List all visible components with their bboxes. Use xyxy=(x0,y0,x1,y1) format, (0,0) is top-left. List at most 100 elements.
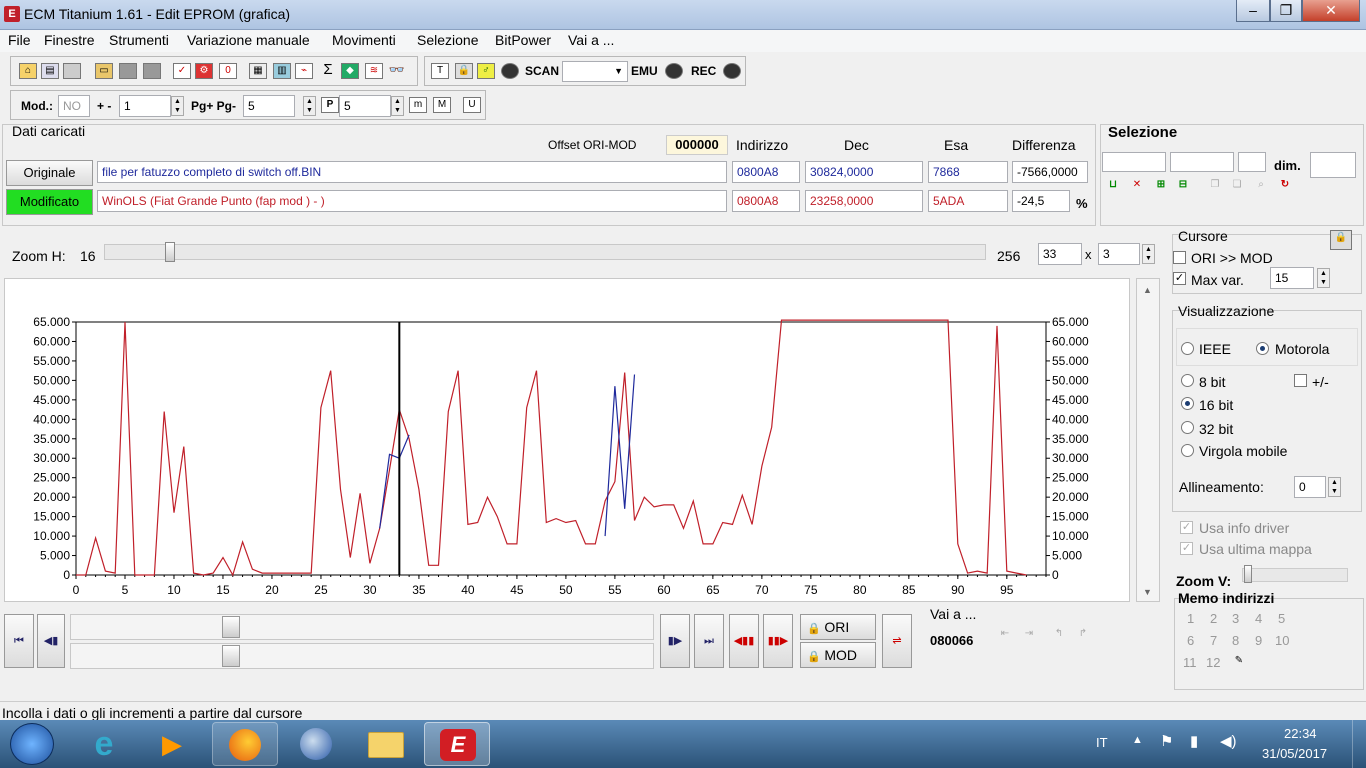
nav-last-button[interactable]: ⏭ xyxy=(694,614,724,668)
menu-movimenti[interactable]: Movimenti xyxy=(332,32,396,48)
clock-time[interactable]: 22:34 xyxy=(1284,726,1317,741)
volume-icon[interactable]: ◀) xyxy=(1220,732,1237,750)
step-field[interactable]: 1 xyxy=(119,95,171,117)
memo-7[interactable]: 7 xyxy=(1210,633,1217,648)
nav-next-diff-button[interactable]: ▮▮▶ xyxy=(763,614,793,668)
start-button[interactable] xyxy=(10,723,54,765)
16bit-radio[interactable] xyxy=(1181,397,1194,410)
mod-field[interactable]: NO xyxy=(58,95,90,117)
memo-12[interactable]: 12 xyxy=(1206,655,1220,670)
language-indicator[interactable]: IT xyxy=(1096,735,1108,750)
menu-file[interactable]: File xyxy=(8,32,31,48)
nav-prev-diff-button[interactable]: ◀▮▮ xyxy=(729,614,759,668)
M-icon[interactable]: M xyxy=(433,97,451,113)
copy-selection-icon[interactable]: ❐ xyxy=(1206,178,1224,194)
maxvar-spinner[interactable]: ▲ ▼ xyxy=(1317,268,1330,288)
checksum-icon[interactable]: ⚙ xyxy=(195,63,213,79)
open-folder-icon[interactable]: ▭ xyxy=(95,63,113,79)
m-icon[interactable]: m xyxy=(409,97,427,113)
goto-back-icon[interactable]: ↰ xyxy=(1050,627,1068,643)
ecm-titanium-task[interactable]: E xyxy=(424,722,490,766)
memo-11[interactable]: 11 xyxy=(1183,655,1197,670)
home-icon[interactable]: ⌂ xyxy=(19,63,37,79)
clock-date[interactable]: 31/05/2017 xyxy=(1262,746,1327,761)
pg-spinner[interactable]: ▲ ▼ xyxy=(303,96,316,116)
memo-8[interactable]: 8 xyxy=(1232,633,1239,648)
modificato-button[interactable]: Modificato xyxy=(6,189,93,215)
maximize-button[interactable]: ❐ xyxy=(1270,0,1302,22)
p-icon[interactable]: P xyxy=(321,97,339,113)
zoom-h-spinner[interactable]: ▲ ▼ xyxy=(1142,244,1155,264)
goto-start-icon[interactable]: ⇤ xyxy=(996,627,1014,643)
memo-5[interactable]: 5 xyxy=(1278,611,1285,626)
zoom-h-field[interactable]: 3 xyxy=(1098,243,1140,265)
8bit-radio[interactable] xyxy=(1181,374,1194,387)
memo-1[interactable]: 1 xyxy=(1187,611,1194,626)
memo-3[interactable]: 3 xyxy=(1232,611,1239,626)
allineamento-field[interactable]: 0 xyxy=(1294,476,1326,498)
cursore-lock-icon[interactable]: 🔒 xyxy=(1330,230,1352,250)
copy-icon[interactable] xyxy=(63,63,81,79)
ori-scrollbar[interactable] xyxy=(70,614,654,640)
zoom-h-thumb[interactable] xyxy=(165,242,175,262)
thunderbird-icon[interactable] xyxy=(284,722,350,766)
swap-button[interactable]: ⇌ xyxy=(882,614,912,668)
step-spinner[interactable]: ▲ ▼ xyxy=(171,96,184,116)
minimize-button[interactable]: – xyxy=(1236,0,1270,22)
firefox-icon[interactable] xyxy=(212,722,278,766)
mod-lock-button[interactable]: 🔒 MOD xyxy=(800,642,876,668)
ie-icon[interactable]: e xyxy=(74,722,134,766)
memo-4[interactable]: 4 xyxy=(1255,611,1262,626)
select-range-icon[interactable]: ⊞ xyxy=(1152,178,1170,194)
menu-vai-a[interactable]: Vai a ... xyxy=(568,32,614,48)
ori-mod-checkbox[interactable] xyxy=(1173,251,1186,264)
tray-expand-icon[interactable]: ▲ xyxy=(1132,734,1143,746)
ieee-radio[interactable] xyxy=(1181,342,1194,355)
sigma-icon[interactable]: Σ xyxy=(319,62,337,79)
maxvar-field[interactable]: 15 xyxy=(1270,267,1314,289)
memo-edit-icon[interactable]: ✎ xyxy=(1230,654,1248,670)
select-end-icon[interactable]: ⊟ xyxy=(1174,178,1192,194)
mod-scrollbar[interactable] xyxy=(70,643,654,669)
checklist-icon[interactable]: ✓ xyxy=(173,63,191,79)
nav-next-button[interactable]: ▮▶ xyxy=(660,614,690,668)
counter-icon[interactable]: 0 xyxy=(219,63,237,79)
paste-selection-icon[interactable]: ❏ xyxy=(1228,178,1246,194)
offset-value[interactable]: 000000 xyxy=(666,135,728,155)
grid-icon[interactable]: ▦ xyxy=(249,63,267,79)
menu-selezione[interactable]: Selezione xyxy=(417,32,479,48)
nav-prev-button[interactable]: ◀▮ xyxy=(37,614,65,668)
terminal-icon[interactable]: T xyxy=(431,63,449,79)
select-start-icon[interactable]: ⊔ xyxy=(1104,178,1122,194)
ori-lock-button[interactable]: 🔒 ORI xyxy=(800,614,876,640)
scroll-up-icon[interactable]: ▲ xyxy=(1143,285,1152,295)
memo-9[interactable]: 9 xyxy=(1255,633,1262,648)
U-icon[interactable]: U xyxy=(463,97,481,113)
menu-strumenti[interactable]: Strumenti xyxy=(109,32,169,48)
goto-end-icon[interactable]: ⇥ xyxy=(1020,627,1038,643)
color-tool-icon[interactable]: ◆ xyxy=(341,63,359,79)
refresh-icon[interactable]: ↻ xyxy=(1276,178,1294,194)
memo-2[interactable]: 2 xyxy=(1210,611,1217,626)
selezione-len[interactable] xyxy=(1238,152,1266,172)
lock-icon[interactable]: 🔒 xyxy=(455,63,473,79)
signed-checkbox[interactable] xyxy=(1294,374,1307,387)
nav-first-button[interactable]: ⏮ xyxy=(4,614,34,668)
chart-icon[interactable]: ≋ xyxy=(365,63,383,79)
maxvar-checkbox[interactable]: ✓ xyxy=(1173,272,1186,285)
select-clear-icon[interactable]: ✕ xyxy=(1128,178,1146,194)
motorola-radio[interactable] xyxy=(1256,342,1269,355)
zoom-v-thumb[interactable] xyxy=(1244,565,1252,583)
binoculars-icon[interactable]: 👓 xyxy=(388,63,406,79)
pg-field[interactable]: 5 xyxy=(243,95,295,117)
scroll-down-icon[interactable]: ▼ xyxy=(1143,587,1152,597)
32bit-radio[interactable] xyxy=(1181,421,1194,434)
graph-tool-icon[interactable]: ⌁ xyxy=(295,63,313,79)
menu-finestre[interactable]: Finestre xyxy=(44,32,95,48)
memo-6[interactable]: 6 xyxy=(1187,633,1194,648)
windows-icon[interactable]: ▤ xyxy=(41,63,59,79)
explorer-icon[interactable] xyxy=(354,722,420,766)
save-as-icon[interactable] xyxy=(143,63,161,79)
chart-vertical-scrollbar[interactable]: ▲ ▼ xyxy=(1136,278,1160,602)
line-chart[interactable]: 0 05.000 5.00010.000 10.00015.000 15.00020.0… xyxy=(4,278,1130,602)
